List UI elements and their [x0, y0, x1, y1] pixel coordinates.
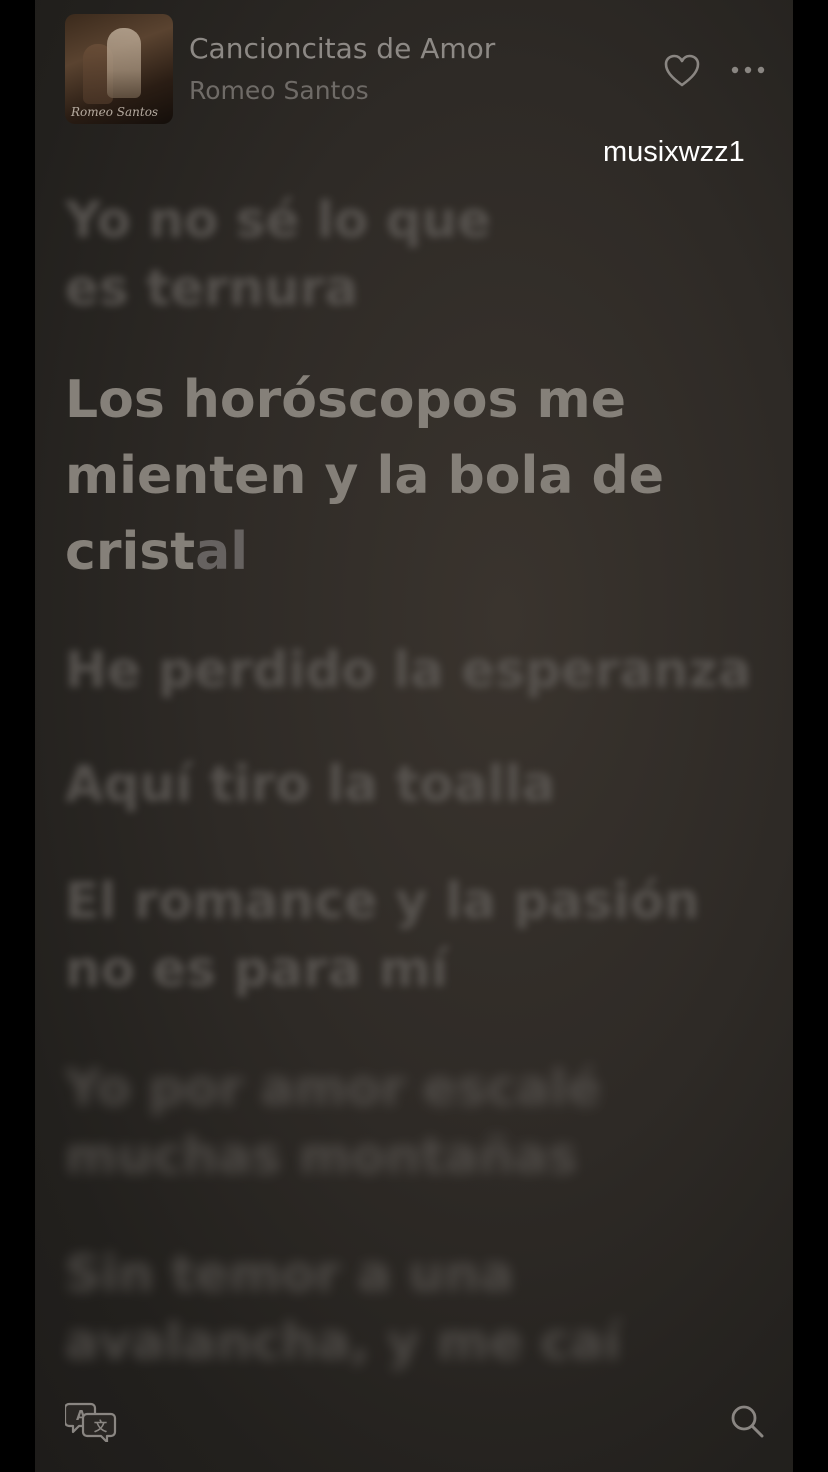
lyric-line-upcoming[interactable]: Aquí tiro la toalla [65, 750, 745, 818]
search-icon [731, 1405, 764, 1438]
more-options-button[interactable] [729, 58, 767, 82]
lyric-text: cristal [65, 514, 745, 590]
album-art-figure [107, 28, 141, 98]
ellipsis-icon [731, 66, 765, 74]
heart-icon [664, 54, 700, 87]
lyric-sung-text: crist [65, 522, 196, 582]
lyric-text: no es para mí [65, 940, 449, 998]
lyric-sung-text: Los horóscopos me [65, 370, 626, 430]
album-art-text: Romeo Santos [71, 105, 159, 119]
favorite-button[interactable] [663, 53, 701, 89]
lyric-text: Aquí tiro la toalla [65, 755, 556, 813]
lyric-text: Los horóscopos me [65, 362, 745, 438]
lyric-unsung-text: al [195, 522, 249, 582]
lyrics-screen: Romeo Santos Cancioncitas de Amor Romeo … [35, 0, 793, 1472]
song-title[interactable]: Cancioncitas de Amor [189, 32, 495, 65]
lyric-text: El romance y la pasión [65, 872, 700, 930]
watermark: musixwzz1 [603, 136, 745, 168]
lyric-text: Yo por amor escalé [65, 1059, 601, 1117]
lyric-text: mienten y la bola de [65, 438, 745, 514]
lyric-text: Sin temor a una [65, 1245, 514, 1303]
search-button[interactable] [729, 1403, 765, 1439]
album-art[interactable]: Romeo Santos [65, 14, 173, 124]
lyric-text: avalancha, y me caí [65, 1313, 621, 1371]
song-artist[interactable]: Romeo Santos [189, 76, 369, 105]
lyric-text: He perdido la esperanza [65, 641, 752, 699]
lyric-text: Yo no sé lo que [65, 191, 492, 249]
lyric-line-previous[interactable]: Yo no sé lo que es ternura [65, 186, 745, 322]
lyric-sung-text: mienten y la bola de [65, 446, 665, 506]
lyric-line-upcoming[interactable]: El romance y la pasión no es para mí [65, 867, 745, 1003]
lyric-line-current[interactable]: Los horóscopos me mienten y la bola de c… [65, 362, 745, 590]
lyric-line-upcoming[interactable]: He perdido la esperanza [65, 636, 752, 704]
lyric-line-upcoming[interactable]: Sin temor a una avalancha, y me caí [65, 1240, 745, 1376]
lyric-text: muchas montañas [65, 1127, 578, 1185]
translate-icon: A 文 [63, 1402, 117, 1444]
lyric-line-upcoming[interactable]: Yo por amor escalé muchas montañas [65, 1054, 745, 1190]
svg-text:文: 文 [94, 1419, 108, 1435]
translate-button[interactable]: A 文 [63, 1400, 119, 1444]
lyric-text: es ternura [65, 259, 359, 317]
